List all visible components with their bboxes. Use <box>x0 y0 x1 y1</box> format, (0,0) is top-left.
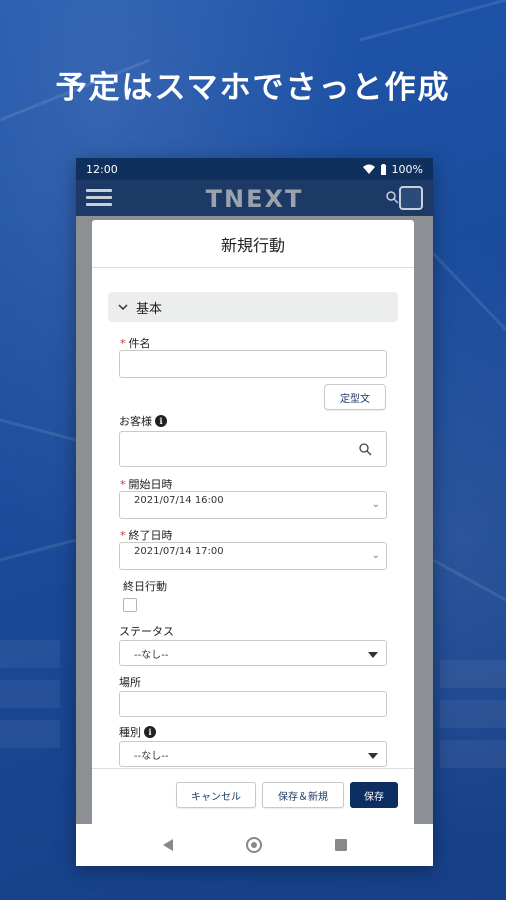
dropdown-arrow-icon <box>368 652 378 658</box>
start-datetime-input[interactable]: 2021/07/14 16:00 ⌄ <box>119 491 387 519</box>
cancel-button[interactable]: キャンセル <box>176 782 256 808</box>
all-day-checkbox[interactable] <box>123 598 137 612</box>
end-datetime-label: * 終了日時 <box>120 528 173 543</box>
subject-label: * 件名 <box>120 336 151 351</box>
section-basic[interactable]: 基本 <box>108 292 398 322</box>
type-select[interactable]: --なし-- <box>119 741 387 767</box>
status-bar: 12:00 100% <box>76 158 433 180</box>
headline: 予定はスマホでさっと作成 <box>55 70 451 106</box>
battery-level: 100% <box>391 162 423 176</box>
status-select[interactable]: --なし-- <box>119 640 387 666</box>
section-label: 基本 <box>136 301 163 317</box>
required-mark: * <box>120 477 126 491</box>
status-indicators: 100% <box>362 162 423 176</box>
info-icon[interactable]: i <box>155 415 167 427</box>
customer-label: お客様 i <box>119 413 167 429</box>
modal-title: 新規行動 <box>92 220 414 268</box>
search-icon[interactable] <box>386 191 399 204</box>
status-label: ステータス <box>119 625 174 638</box>
template-button[interactable]: 定型文 <box>324 384 386 410</box>
start-datetime-label: * 開始日時 <box>120 477 173 492</box>
battery-icon <box>380 163 386 175</box>
dropdown-arrow-icon <box>368 753 378 759</box>
recent-apps-icon[interactable] <box>334 839 347 851</box>
location-input[interactable] <box>119 691 387 717</box>
app-logo: TNEXT <box>205 185 304 213</box>
status-time: 12:00 <box>86 162 118 176</box>
wifi-icon <box>362 164 375 174</box>
subject-input[interactable] <box>119 350 387 378</box>
avatar[interactable] <box>399 186 423 210</box>
location-label: 場所 <box>119 676 141 689</box>
back-icon[interactable] <box>162 839 173 851</box>
info-icon[interactable]: i <box>144 726 156 738</box>
end-datetime-input[interactable]: 2021/07/14 17:00 ⌄ <box>119 542 387 570</box>
customer-search-input[interactable] <box>119 431 387 467</box>
type-label: 種別 i <box>119 724 156 740</box>
android-nav-bar <box>76 824 433 866</box>
app-bar: TNEXT <box>76 180 433 216</box>
required-mark: * <box>120 336 126 350</box>
new-activity-modal: 新規行動 基本 * 件名 定型文 お客様 i * 開始日時 2021/07/14… <box>92 220 414 824</box>
save-button[interactable]: 保存 <box>350 782 398 808</box>
phone-frame: 12:00 100% TNEXT 新規行動 基本 * 件名 定型文 お客様 i … <box>76 158 433 866</box>
search-icon[interactable] <box>359 443 372 456</box>
home-icon[interactable] <box>245 837 262 853</box>
chevron-down-icon <box>118 304 128 311</box>
chevron-down-icon: ⌄ <box>371 550 380 561</box>
all-day-label: 終日行動 <box>123 580 167 593</box>
modal-footer: キャンセル 保存＆新規 保存 <box>92 768 414 824</box>
save-and-new-button[interactable]: 保存＆新規 <box>262 782 344 808</box>
required-mark: * <box>120 528 126 542</box>
chevron-down-icon: ⌄ <box>371 499 380 510</box>
